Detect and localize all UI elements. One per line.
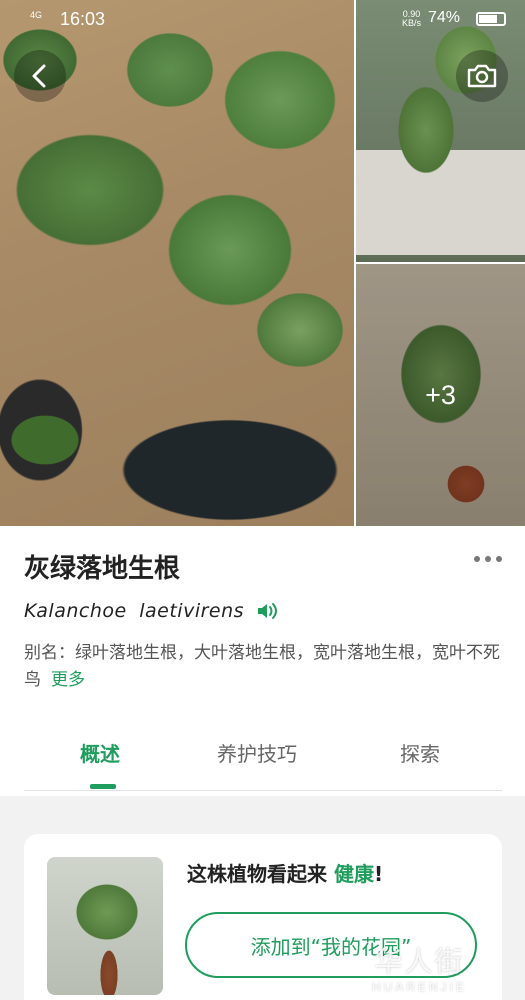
latin-name: Kalanchoe laetivirens — [24, 600, 245, 622]
tab-explore[interactable]: 探索 — [400, 738, 440, 767]
camera-icon — [467, 64, 497, 88]
plant-aliases: 别名：绿叶落地生根，大叶落地生根，宽叶落地生根，宽叶不死鸟 更多 — [24, 640, 502, 694]
more-dots-icon[interactable] — [474, 556, 502, 562]
signal-indicator: 4G — [30, 10, 43, 20]
latin-name-row: Kalanchoe laetivirens — [24, 600, 278, 622]
watermark-logo: 华人街 HUARENJIE — [372, 945, 468, 994]
chevron-left-icon — [32, 64, 46, 88]
health-status-text: 这株植物看起来 健康! — [187, 858, 383, 887]
photo-gallery: +3 — [0, 0, 525, 526]
back-button[interactable] — [14, 50, 66, 102]
health-plant-thumbnail — [47, 857, 163, 995]
health-text-prefix: 这株植物看起来 — [187, 862, 334, 886]
plant-details: 灰绿落地生根 Kalanchoe laetivirens 别名：绿叶落地生根，大… — [0, 526, 525, 796]
active-tab-indicator — [90, 784, 116, 789]
health-status-value: 健康 — [333, 862, 374, 886]
status-bar: 4G 16:03 0.90 KB/s 74% — [0, 0, 525, 38]
speaker-icon[interactable] — [256, 601, 278, 621]
plant-photo-secondary[interactable] — [356, 0, 525, 262]
tab-care-tips[interactable]: 养护技巧 — [217, 738, 297, 767]
tab-bar: 概述 养护技巧 探索 — [0, 726, 525, 792]
tab-divider — [24, 790, 502, 791]
plant-name: 灰绿落地生根 — [24, 554, 181, 584]
camera-button[interactable] — [456, 50, 508, 102]
more-photos-count: +3 — [425, 379, 456, 410]
status-time: 16:03 — [60, 9, 106, 29]
plant-photo-more[interactable]: +3 — [356, 264, 525, 526]
battery-percent: 74% — [428, 9, 461, 26]
health-text-suffix: ! — [373, 862, 384, 886]
tab-overview[interactable]: 概述 — [80, 738, 120, 767]
more-photos-overlay[interactable]: +3 — [356, 264, 525, 526]
network-speed: 0.90 KB/s — [402, 9, 422, 28]
battery-icon — [476, 12, 506, 26]
aliases-more-link[interactable]: 更多 — [51, 670, 85, 690]
aliases-text: 别名：绿叶落地生根，大叶落地生根，宽叶落地生根，宽叶不死鸟 — [24, 643, 500, 690]
